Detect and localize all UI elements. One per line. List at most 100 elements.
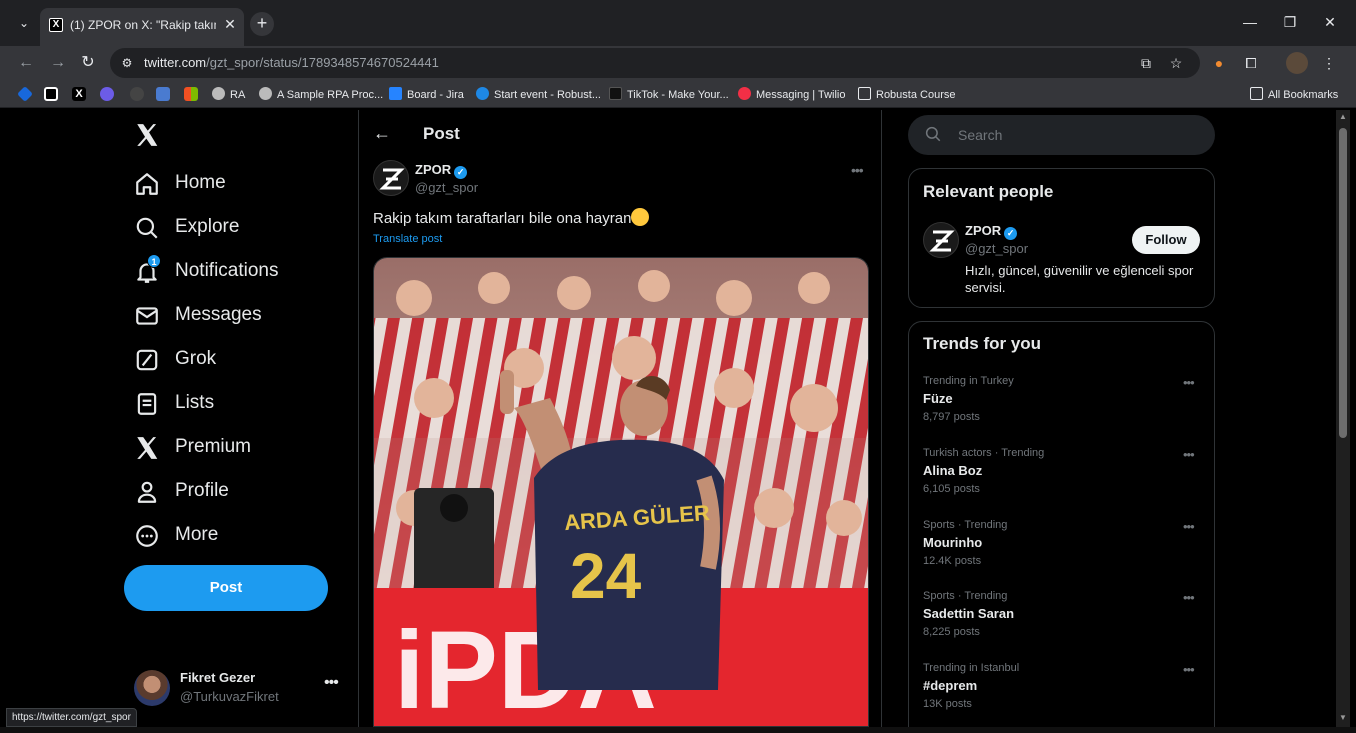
install-app-icon[interactable]: ⧉ — [1136, 53, 1156, 73]
trends-title: Trends for you — [923, 334, 1042, 353]
nav-item-lists[interactable]: Lists — [134, 386, 334, 422]
browser-menu-icon[interactable]: ⋮ — [1318, 52, 1340, 74]
nav-item-notifications[interactable]: 1 Notifications — [134, 254, 334, 290]
trend-more-icon[interactable]: ••• — [1183, 519, 1195, 534]
bookmark-tiktok[interactable]: TikTok - Make Your... — [609, 87, 729, 101]
person-icon — [137, 481, 157, 503]
translate-post-link[interactable]: Translate post — [373, 233, 442, 245]
post-compose-button[interactable]: Post — [124, 565, 328, 611]
bookmark-ra[interactable]: RA — [212, 87, 245, 101]
minimize-icon[interactable]: — — [1236, 10, 1264, 34]
extension-icon[interactable]: ● — [1208, 52, 1230, 74]
relevant-person-name[interactable]: ZPOR ✓ — [965, 223, 1018, 240]
bookmark-start-event[interactable]: Start event - Robust... — [476, 87, 601, 101]
window-close-icon[interactable]: ✕ — [1316, 10, 1344, 34]
restore-icon[interactable]: ❐ — [1276, 10, 1304, 34]
extensions-puzzle-icon[interactable]: ⧠ — [1240, 52, 1262, 74]
bookmark-twilio[interactable]: Messaging | Twilio — [738, 87, 845, 101]
trend-item[interactable]: Sports · Trending Mourinho 12.4K posts •… — [909, 519, 1214, 591]
trend-context: Trending in Turkey — [923, 375, 1014, 387]
trend-item[interactable]: Turkish actors · Trending Alina Boz 6,10… — [909, 447, 1214, 519]
author-avatar[interactable] — [373, 160, 409, 196]
trend-name: Alina Boz — [923, 463, 983, 478]
author-handle[interactable]: @gzt_spor — [415, 180, 478, 195]
twilio-icon — [738, 87, 751, 100]
nav-item-home[interactable]: Home — [134, 166, 334, 202]
nav-item-explore[interactable]: Explore — [134, 210, 334, 246]
nav-label-grok: Grok — [175, 348, 217, 369]
url-text[interactable]: twitter.com/gzt_spor/status/178934857467… — [144, 55, 439, 70]
trend-more-icon[interactable]: ••• — [1183, 447, 1195, 462]
nav-item-premium[interactable]: Premium — [134, 430, 334, 466]
all-bookmarks[interactable]: All Bookmarks — [1250, 87, 1338, 101]
envelope-icon — [136, 307, 158, 325]
tab-title: (1) ZPOR on X: "Rakip takım tar — [70, 18, 216, 32]
trend-more-icon[interactable]: ••• — [1183, 590, 1195, 605]
search-placeholder: Search — [958, 127, 1003, 143]
grok-icon — [136, 349, 158, 371]
nav-item-grok[interactable]: Grok — [134, 342, 334, 378]
trend-name: Sadettin Saran — [923, 606, 1015, 621]
trend-context: Trending in Istanbul — [923, 662, 1020, 674]
relevant-person-handle[interactable]: @gzt_spor — [965, 241, 1028, 256]
post-image[interactable]: iPDA ARDA GÜLER 24 — [373, 257, 869, 727]
reload-icon[interactable]: ↻ — [76, 51, 100, 75]
trend-item[interactable]: Trending in Turkey Füze 8,797 posts ••• — [909, 375, 1214, 447]
scroll-down-icon[interactable]: ▼ — [1339, 714, 1347, 722]
trend-item[interactable]: Trending in Istanbul #deprem 13K posts •… — [909, 662, 1214, 727]
nav-item-messages[interactable]: Messages — [134, 298, 334, 334]
trend-more-icon[interactable]: ••• — [1183, 375, 1195, 390]
relevant-people-panel: Relevant people ZPOR ✓ @gzt_spor Hızlı, g… — [908, 168, 1215, 308]
github-bookmark-icon[interactable] — [130, 87, 144, 101]
x-bookmark-icon[interactable]: X — [72, 87, 86, 101]
site-info-icon[interactable]: ⚙ — [118, 54, 136, 72]
new-tab-button[interactable]: + — [250, 12, 274, 36]
bookmark-robusta-course[interactable]: Robusta Course — [858, 87, 956, 101]
post-text: Rakip takım taraftarları bile ona hayran — [373, 208, 650, 227]
microsoft-bookmark-icon[interactable] — [184, 87, 198, 101]
bookmark-jira-board[interactable]: Board - Jira — [389, 87, 464, 101]
nav-label-home: Home — [175, 172, 226, 193]
page-scrollbar[interactable]: ▲ ▼ — [1336, 110, 1350, 727]
jira-bookmark-icon[interactable] — [17, 86, 33, 102]
browser-tab-active[interactable]: X (1) ZPOR on X: "Rakip takım tar ✕ — [40, 8, 244, 46]
square-bookmark-icon[interactable] — [44, 87, 58, 101]
trend-item[interactable]: Sports · Trending Sadettin Saran 8,225 p… — [909, 590, 1214, 662]
search-input[interactable]: Search — [908, 115, 1215, 155]
tab-search-chevron-icon[interactable]: ⌄ — [14, 13, 34, 33]
trend-more-icon[interactable]: ••• — [1183, 662, 1195, 677]
back-arrow-icon[interactable]: ← — [373, 123, 391, 144]
scrollbar-thumb[interactable] — [1339, 128, 1347, 438]
nav-item-profile[interactable]: Profile — [134, 474, 334, 510]
scroll-up-icon[interactable]: ▲ — [1339, 113, 1347, 121]
nav-item-more[interactable]: More — [134, 518, 334, 554]
author-name[interactable]: ZPOR ✓ — [415, 162, 468, 179]
trend-count: 6,105 posts — [923, 483, 980, 495]
tab-close-icon[interactable]: ✕ — [222, 16, 238, 32]
jersey-number: 24 — [570, 540, 642, 612]
back-icon[interactable]: ← — [14, 51, 38, 75]
account-switcher[interactable]: Fikret Gezer @TurkuvazFikret ••• — [134, 666, 346, 710]
app-bookmark-icon[interactable] — [100, 87, 114, 101]
nav-label-lists: Lists — [175, 392, 215, 413]
bookmark-rpa-proc[interactable]: A Sample RPA Proc... — [259, 87, 383, 101]
profile-avatar-icon[interactable] — [1286, 52, 1308, 74]
page-title: Post — [423, 124, 460, 143]
post-more-icon[interactable]: ••• — [851, 162, 864, 178]
bookmark-star-icon[interactable]: ☆ — [1166, 53, 1186, 73]
trend-context: Sports · Trending — [923, 519, 1008, 531]
nav-label-profile: Profile — [175, 480, 229, 501]
account-more-icon[interactable]: ••• — [324, 674, 339, 692]
follow-button[interactable]: Follow — [1132, 226, 1200, 254]
outlook-bookmark-icon[interactable] — [156, 87, 170, 101]
x-logo-icon[interactable] — [134, 122, 160, 148]
nav-label-messages: Messages — [175, 304, 262, 325]
address-bar[interactable]: ⚙ twitter.com/gzt_spor/status/1789348574… — [110, 48, 1200, 78]
list-icon — [137, 393, 157, 415]
x-icon — [137, 437, 158, 459]
relevant-person-avatar[interactable] — [923, 222, 959, 258]
forward-icon[interactable]: → — [46, 51, 70, 75]
trend-name: Füze — [923, 391, 953, 406]
browser-toolbar: ← → ↻ ⚙ twitter.com/gzt_spor/status/1789… — [0, 46, 1356, 80]
robusta-icon — [476, 87, 489, 100]
